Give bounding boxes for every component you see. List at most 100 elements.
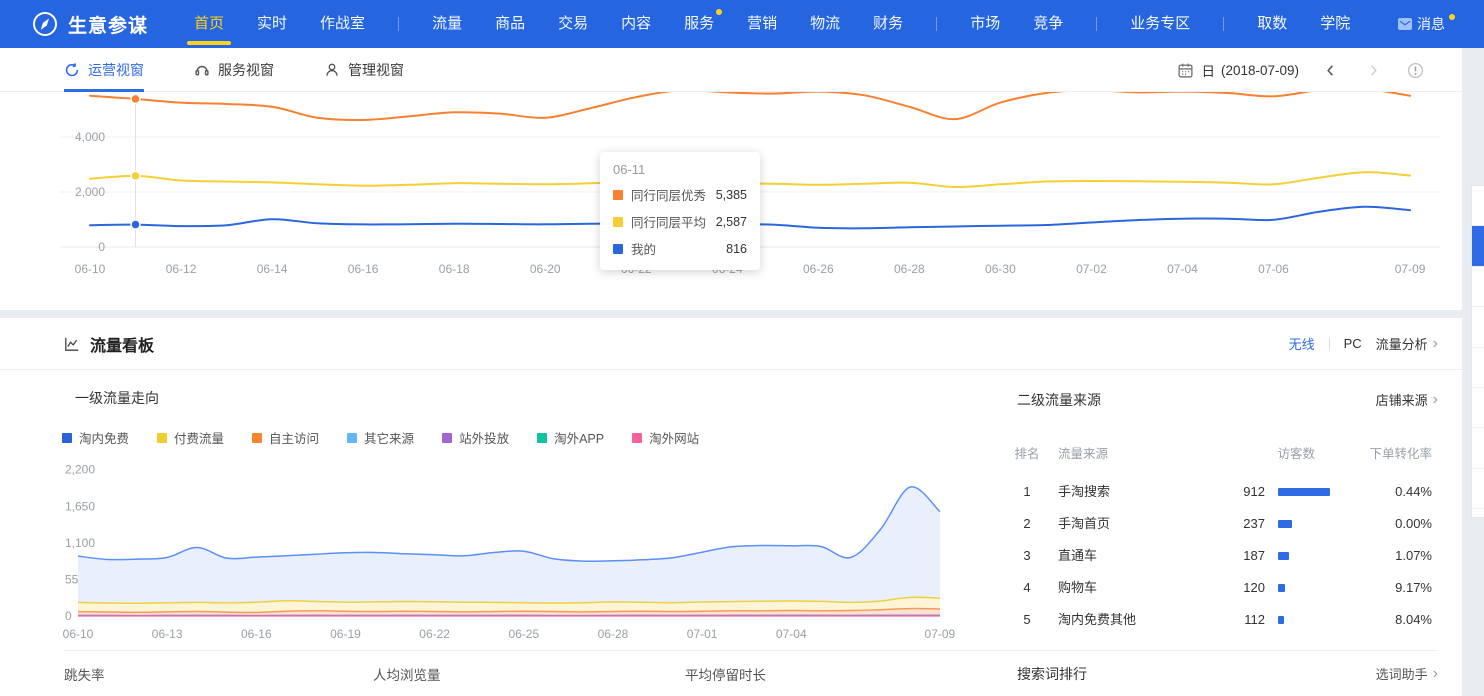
word-helper-label: 选词助手 — [1376, 664, 1428, 683]
side-rail-item[interactable] — [1472, 267, 1484, 307]
nav-item-finance[interactable]: 财务 — [873, 0, 903, 48]
visitors-cell: 120 — [1150, 572, 1265, 604]
svg-text:06-16: 06-16 — [348, 262, 379, 276]
word-helper-link[interactable]: 选词助手 — [1376, 664, 1438, 683]
chevron-right-icon — [1428, 666, 1438, 682]
visitors-bar — [1278, 616, 1284, 624]
page-root: 生意参谋 首页实时作战室 流量 商品 交易 内容服务营销 物流 财务 市场 竞争 业务专区 取数 学院… — [0, 0, 1484, 696]
nav-divider — [936, 17, 937, 31]
stat-label: 人均浏览量 — [373, 664, 441, 684]
traffic-source-row[interactable]: 1手淘搜索9120.44% — [0, 476, 1462, 508]
column-header: 访客数 — [1200, 440, 1315, 468]
traffic-source-row[interactable]: 2手淘首页2370.00% — [0, 508, 1462, 540]
conversion-cell: 9.17% — [1322, 572, 1432, 604]
side-rail-item[interactable] — [1472, 186, 1484, 226]
traffic-source-row[interactable]: 4购物车1209.17% — [0, 572, 1462, 604]
brand-logo-icon — [32, 11, 58, 37]
svg-text:07-09: 07-09 — [1395, 262, 1426, 276]
tooltip-series-label: 我的 — [631, 239, 726, 258]
date-granularity[interactable]: 日 — [1201, 60, 1215, 80]
board-link-traffic-analysis[interactable]: 流量分析 — [1376, 334, 1438, 353]
date-value[interactable]: (2018-07-09) — [1221, 63, 1299, 78]
svg-text:06-10: 06-10 — [75, 262, 106, 276]
prev-date-button[interactable] — [1323, 63, 1338, 78]
messages-label: 消息 — [1417, 14, 1445, 34]
nav-item-marketing[interactable]: 营销 — [747, 0, 777, 48]
nav-item-logistics[interactable]: 物流 — [810, 0, 840, 48]
conversion-cell: 0.44% — [1322, 476, 1432, 508]
stat-2: 平均停留时长17.49秒 — [685, 664, 783, 696]
calendar-icon[interactable] — [1177, 62, 1194, 79]
tooltip-series-value: 816 — [726, 242, 747, 256]
visitors-cell: 187 — [1150, 540, 1265, 572]
side-rail-item[interactable] — [1472, 388, 1484, 428]
rank-cell: 4 — [1007, 572, 1047, 604]
nav-item-war-room[interactable]: 作战室 — [320, 0, 365, 48]
nav-item-academy[interactable]: 学院 — [1320, 0, 1350, 48]
board-link-pc[interactable]: PC — [1344, 336, 1362, 351]
visitors-bar — [1278, 520, 1292, 528]
view-tabs: 运营视窗 服务视窗 管理视窗 — [0, 48, 404, 92]
refresh-icon — [64, 62, 80, 78]
side-rail — [1471, 185, 1484, 518]
visitors-cell: 912 — [1150, 476, 1265, 508]
nav-item-label: 交易 — [558, 15, 588, 32]
nav-item-data-fetch[interactable]: 取数 — [1257, 0, 1287, 48]
nav-item-business-zone[interactable]: 业务专区 — [1130, 0, 1190, 48]
nav-item-label: 财务 — [873, 15, 903, 32]
nav-item-competition[interactable]: 竞争 — [1033, 0, 1063, 48]
side-rail-item[interactable] — [1472, 348, 1484, 388]
svg-text:06-30: 06-30 — [985, 262, 1016, 276]
nav-item-product[interactable]: 商品 — [495, 0, 525, 48]
tooltip-series-label: 同行同层优秀 — [631, 185, 716, 204]
column-header: 排名 — [1007, 440, 1047, 468]
source-name-cell: 直通车 — [1058, 540, 1097, 572]
tab-service-view[interactable]: 服务视窗 — [194, 48, 274, 92]
nav-item-label: 商品 — [495, 15, 525, 32]
chevron-right-icon — [1428, 336, 1438, 352]
svg-text:06-18: 06-18 — [439, 262, 470, 276]
messages-button[interactable]: 消息 — [1398, 0, 1456, 48]
nav-item-market[interactable]: 市场 — [970, 0, 1000, 48]
series-color-swatch — [613, 244, 623, 254]
board-links: 无线 PC 流量分析 — [1289, 334, 1438, 353]
notification-dot — [1449, 14, 1455, 20]
tab-operation-view[interactable]: 运营视窗 — [64, 48, 144, 92]
brand[interactable]: 生意参谋 — [0, 11, 148, 38]
svg-text:0: 0 — [98, 240, 105, 254]
top-nav-bar: 生意参谋 首页实时作战室 流量 商品 交易 内容服务营销 物流 财务 市场 竞争 业务专区 取数 学院… — [0, 0, 1484, 48]
info-icon[interactable] — [1407, 62, 1424, 79]
side-rail-item[interactable] — [1472, 428, 1484, 468]
side-rail-item[interactable] — [1472, 307, 1484, 347]
nav-item-label: 物流 — [810, 15, 840, 32]
shop-source-label: 店铺来源 — [1376, 390, 1428, 409]
nav-item-content[interactable]: 内容 — [621, 0, 651, 48]
person-icon — [324, 62, 340, 78]
traffic-source-row[interactable]: 5淘内免费其他1128.04% — [0, 604, 1462, 636]
nav-item-label: 学院 — [1320, 15, 1350, 32]
svg-text:2,000: 2,000 — [75, 185, 105, 199]
stat-1: 人均浏览量5.01 — [373, 664, 441, 696]
nav-item-service[interactable]: 服务 — [684, 0, 714, 48]
board-link-wireless[interactable]: 无线 — [1289, 334, 1315, 353]
traffic-source-row[interactable]: 3直通车1871.07% — [0, 540, 1462, 572]
nav-item-home[interactable]: 首页 — [194, 0, 224, 48]
nav-item-label: 取数 — [1257, 15, 1287, 32]
side-rail-item[interactable] — [1472, 226, 1484, 266]
svg-text:06-20: 06-20 — [530, 262, 561, 276]
shop-source-link[interactable]: 店铺来源 — [1376, 390, 1438, 409]
nav-item-label: 市场 — [970, 15, 1000, 32]
conversion-cell: 8.04% — [1322, 604, 1432, 636]
nav-item-traffic[interactable]: 流量 — [432, 0, 462, 48]
svg-text:4,000: 4,000 — [75, 130, 105, 144]
tab-label: 服务视窗 — [218, 60, 274, 80]
nav-item-trade[interactable]: 交易 — [558, 0, 588, 48]
side-rail-item[interactable] — [1472, 469, 1484, 509]
tab-management-view[interactable]: 管理视窗 — [324, 48, 404, 92]
next-date-button[interactable] — [1366, 63, 1381, 78]
nav-item-realtime[interactable]: 实时 — [257, 0, 287, 48]
notification-dot — [716, 9, 722, 15]
brand-name: 生意参谋 — [68, 11, 148, 38]
source-name-cell: 手淘首页 — [1058, 508, 1110, 540]
board-link-label: 无线 — [1289, 334, 1315, 353]
